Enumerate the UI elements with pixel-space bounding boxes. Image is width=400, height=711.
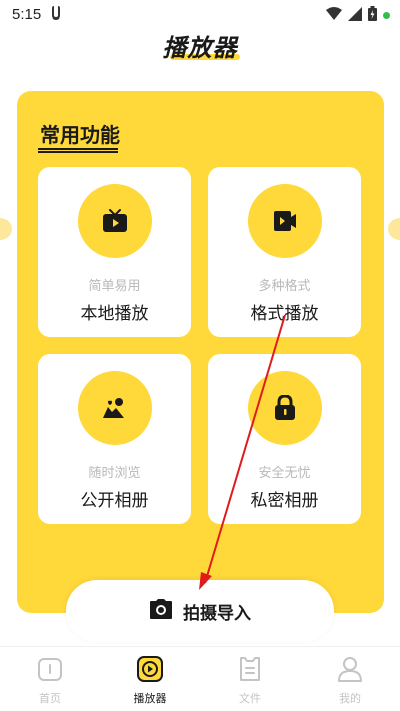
section-title: 常用功能 (40, 123, 120, 147)
file-icon (236, 655, 264, 687)
lock-icon (247, 371, 322, 445)
nav-label-player: 播放器 (133, 692, 167, 705)
battery-icon (368, 6, 377, 25)
card-label: 格式播放 (250, 304, 319, 324)
photo-album-icon (77, 371, 152, 445)
bottom-navigation: 首页 播放器 文件 我的 (0, 646, 400, 711)
features-panel: 常用功能 简单易用 本地播放 多种格式 格式播放 随时浏览 公开相册 安全无忧 … (17, 91, 384, 613)
photo-import-label: 拍摄导入 (183, 603, 251, 624)
decor-right (388, 218, 400, 240)
card-subtitle: 简单易用 (88, 279, 141, 294)
decor-left (0, 218, 12, 240)
nav-label-profile: 我的 (339, 692, 361, 705)
nav-label-file: 文件 (239, 692, 261, 705)
nav-item-file[interactable]: 文件 (200, 647, 300, 711)
nav-item-player[interactable]: 播放器 (100, 647, 200, 711)
profile-icon (336, 655, 364, 687)
camera-icon (149, 598, 173, 624)
card-private-album[interactable]: 安全无忧 私密相册 (208, 354, 361, 524)
nav-label-home: 首页 (39, 692, 61, 705)
status-dot-icon (383, 12, 390, 19)
status-bar: 5:15 (0, 0, 400, 28)
section-title-underline (38, 148, 118, 153)
notification-icon (49, 6, 63, 22)
photo-import-button[interactable]: 拍摄导入 (66, 580, 334, 642)
video-file-icon (247, 184, 322, 258)
tv-icon (77, 184, 152, 258)
nav-item-home[interactable]: 首页 (0, 647, 100, 711)
nav-item-profile[interactable]: 我的 (300, 647, 400, 711)
page-title: 播放器 (0, 28, 400, 63)
card-subtitle: 随时浏览 (88, 466, 141, 481)
card-label: 公开相册 (80, 491, 149, 511)
card-format-play[interactable]: 多种格式 格式播放 (208, 167, 361, 337)
card-label: 私密相册 (250, 491, 319, 511)
wifi-icon (326, 6, 342, 25)
card-label: 本地播放 (80, 304, 149, 324)
player-icon (136, 655, 164, 687)
card-public-album[interactable]: 随时浏览 公开相册 (38, 354, 191, 524)
status-time: 5:15 (12, 5, 42, 23)
home-icon (36, 655, 64, 687)
signal-icon (348, 6, 362, 25)
card-subtitle: 安全无忧 (258, 466, 311, 481)
card-local-play[interactable]: 简单易用 本地播放 (38, 167, 191, 337)
card-subtitle: 多种格式 (258, 279, 311, 294)
